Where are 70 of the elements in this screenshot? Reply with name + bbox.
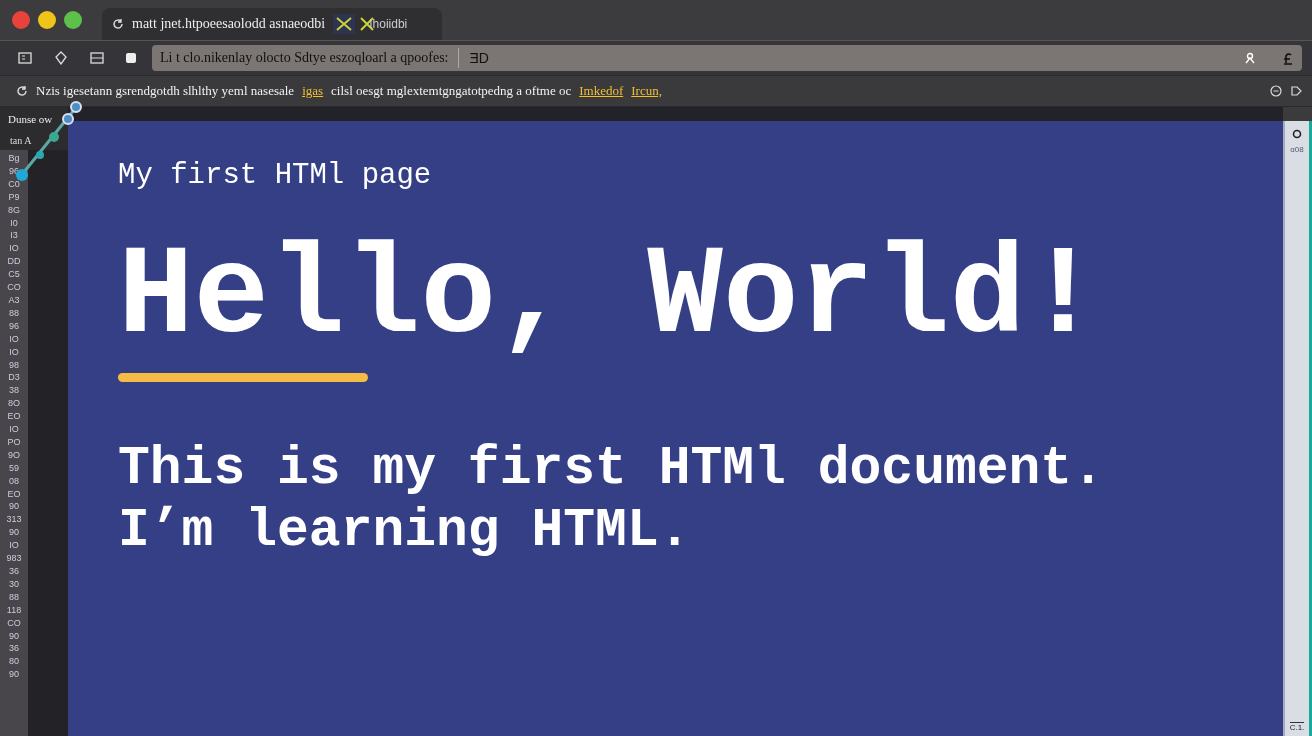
- line-number: 98: [9, 358, 19, 372]
- line-number: D3: [8, 371, 20, 385]
- bookmark-text: Nzis igesetann gsrendgotdh slhlthy yeml nasesale: [36, 83, 295, 99]
- tab-label: Ihoiidbi: [369, 17, 408, 31]
- tag-icon[interactable]: [1290, 85, 1302, 97]
- line-number: P9: [8, 190, 20, 204]
- line-number: EO: [7, 410, 21, 424]
- line-number: 96: [9, 319, 19, 333]
- scrollbar-footer: C.1.: [1289, 722, 1305, 732]
- close-button[interactable]: [12, 11, 30, 29]
- line-number: 118: [6, 603, 22, 617]
- chat-icon[interactable]: [1270, 85, 1282, 97]
- scrollbar[interactable]: ɑ08 C.1.: [1283, 121, 1312, 736]
- page-paragraph: This is my first HTMl document. I’m learning HTML.: [118, 438, 1104, 562]
- line-number: 59: [9, 461, 19, 475]
- line-number: 983: [6, 552, 22, 565]
- line-number: 80: [9, 655, 19, 669]
- bookmark-link[interactable]: Imkedof: [579, 83, 624, 99]
- panel-subtitle: tan A: [9, 134, 33, 148]
- line-number: EO: [7, 487, 21, 501]
- line-number: Bg: [8, 152, 20, 165]
- line-number: C5: [8, 268, 20, 282]
- line-number: 90: [9, 668, 19, 682]
- minimize-button[interactable]: [38, 11, 56, 29]
- line-number: 38: [9, 384, 19, 398]
- line-number: PO: [7, 435, 21, 449]
- line-number: 90: [9, 526, 19, 540]
- page-heading: Hello, World!: [118, 230, 1101, 365]
- reload-icon: [112, 18, 124, 30]
- bookmark-text: cilsl oesgt mglextemtgngatotpedng a oftme oc: [331, 83, 572, 99]
- page-subtitle: My first HTMl page: [118, 159, 432, 192]
- window-icon[interactable]: [90, 52, 104, 64]
- line-number: 8O: [8, 397, 20, 411]
- line-number: 88: [9, 590, 19, 604]
- stop-icon[interactable]: [126, 53, 136, 63]
- settings-icon[interactable]: [1292, 129, 1302, 139]
- line-number: IO: [9, 539, 19, 553]
- reload-icon[interactable]: [16, 85, 28, 97]
- line-number: 36: [9, 565, 19, 578]
- line-number: 90: [9, 629, 19, 643]
- line-number: I0: [10, 216, 18, 230]
- line-number: 36: [9, 642, 19, 656]
- line-number: CO: [7, 616, 21, 630]
- line-number: 88: [9, 306, 19, 320]
- line-number: DD: [7, 255, 21, 269]
- line-number: 9O: [8, 448, 20, 462]
- address-field[interactable]: Li t clo.nikenlay olocto Sdtye eszoqloarl a qpoofes: ƎD: [152, 45, 1302, 71]
- line-number: IO: [9, 332, 19, 346]
- line-number: CO: [7, 281, 21, 294]
- scrollbar-label: ɑ08: [1290, 145, 1304, 154]
- line-number: A3: [8, 293, 20, 307]
- sidebar-icon[interactable]: [18, 52, 32, 64]
- line-number: I3: [10, 229, 18, 243]
- bookmark-link[interactable]: Ircun,: [631, 83, 662, 99]
- zoom-button[interactable]: [64, 11, 82, 29]
- pound-icon[interactable]: [1282, 51, 1294, 65]
- line-number: IO: [9, 345, 19, 359]
- person-icon[interactable]: [1244, 52, 1256, 64]
- line-number: 90: [9, 500, 19, 514]
- line-number: IO: [9, 242, 19, 256]
- line-number: C0: [8, 177, 20, 191]
- line-number: 96: [9, 164, 19, 178]
- line-number: 313: [6, 513, 22, 527]
- line-number: 30: [9, 577, 19, 591]
- line-number: 8G: [8, 203, 20, 217]
- line-number: 08: [9, 474, 19, 488]
- browser-tab[interactable]: matt jnet.htpoeesaolodd asnaeodbi Ihoiidbi: [102, 8, 442, 40]
- bookmark-link[interactable]: igas: [302, 83, 324, 99]
- panel-title: Dunse ow: [7, 112, 54, 125]
- line-number: IO: [9, 423, 19, 436]
